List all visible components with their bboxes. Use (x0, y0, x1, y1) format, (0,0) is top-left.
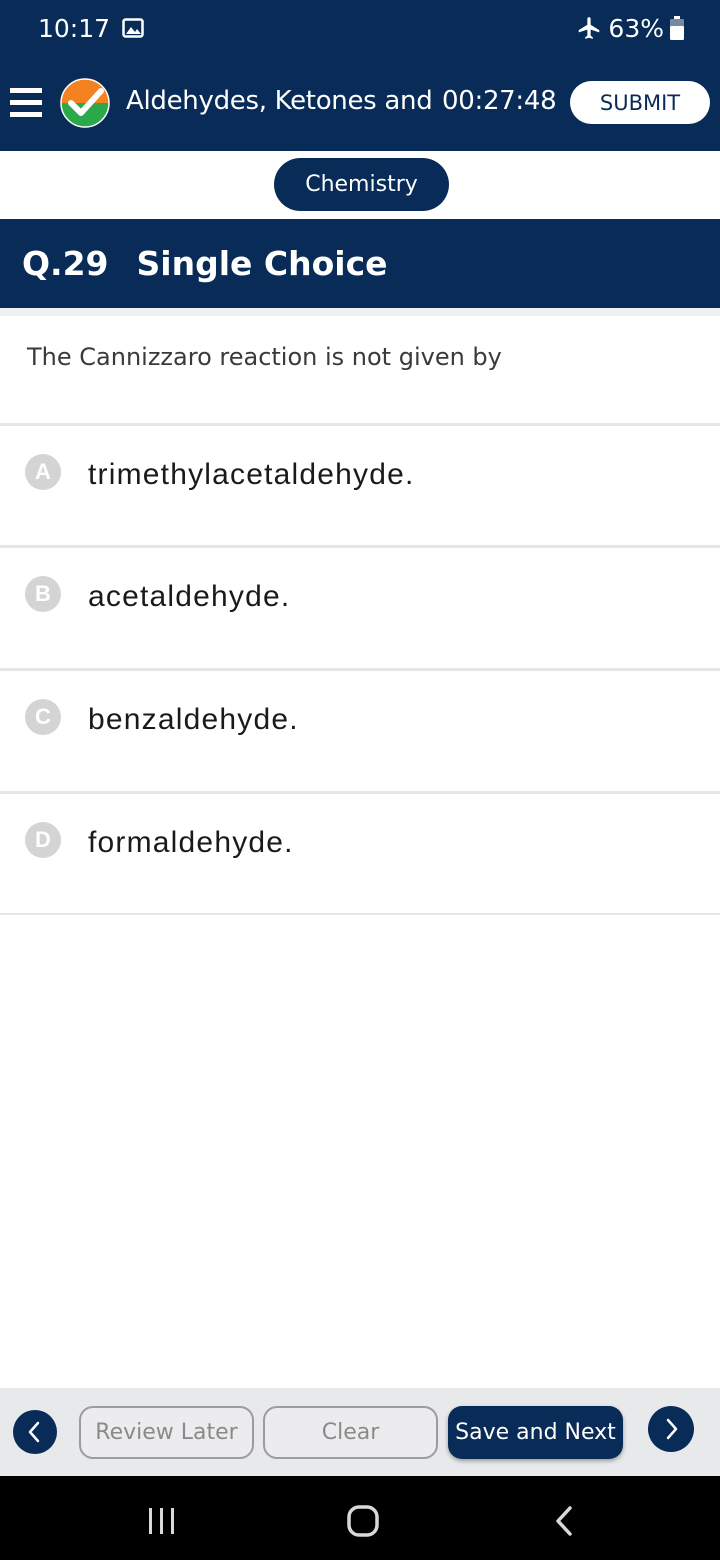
system-nav-bar (0, 1476, 720, 1560)
review-later-button[interactable]: Review Later (79, 1406, 254, 1459)
question-text: The Cannizzaro reaction is not given by (27, 343, 502, 371)
subject-pill[interactable]: Chemistry (274, 158, 449, 211)
back-icon[interactable] (552, 1504, 576, 1538)
question-type: Single Choice (136, 244, 388, 283)
previous-button[interactable] (13, 1410, 57, 1454)
next-button[interactable] (648, 1406, 694, 1452)
submit-button[interactable]: SUBMIT (570, 81, 710, 124)
airplane-icon (579, 17, 600, 39)
question-number: Q.29 (22, 244, 109, 283)
battery-icon (670, 16, 684, 40)
chevron-left-icon (28, 1421, 40, 1443)
question-header: Q.29 Single Choice (0, 219, 720, 308)
chevron-right-icon (666, 1418, 678, 1440)
logo-check-icon (60, 78, 110, 128)
option-letter-badge: C (25, 699, 61, 735)
option-letter-badge: D (25, 822, 61, 858)
menu-icon[interactable] (10, 86, 42, 120)
bottom-action-bar: Review Later Clear Save and Next (0, 1388, 720, 1476)
option-text: trimethylacetaldehyde. (88, 458, 415, 491)
divider (0, 913, 720, 915)
save-and-next-button[interactable]: Save and Next (448, 1406, 623, 1459)
divider (0, 308, 720, 316)
option-c[interactable]: C benzaldehyde. (0, 671, 720, 791)
status-bar: 10:17 63% (0, 0, 720, 56)
page-title: Aldehydes, Ketones and (126, 86, 433, 116)
option-letter-badge: A (25, 454, 61, 490)
timer: 00:27:48 (442, 86, 557, 116)
home-icon[interactable] (346, 1504, 380, 1538)
option-letter-badge: B (25, 576, 61, 612)
recents-icon[interactable] (146, 1506, 178, 1536)
option-b[interactable]: B acetaldehyde. (0, 548, 720, 668)
option-a[interactable]: A trimethylacetaldehyde. (0, 426, 720, 546)
option-text: benzaldehyde. (88, 703, 299, 736)
app-header: Aldehydes, Ketones and 00:27:48 SUBMIT (0, 56, 720, 151)
gallery-icon (122, 18, 144, 38)
clear-button[interactable]: Clear (263, 1406, 438, 1459)
option-d[interactable]: D formaldehyde. (0, 794, 720, 914)
option-text: formaldehyde. (88, 826, 294, 859)
option-text: acetaldehyde. (88, 580, 291, 613)
battery-percent: 63% (608, 13, 664, 43)
status-time: 10:17 (38, 13, 111, 43)
